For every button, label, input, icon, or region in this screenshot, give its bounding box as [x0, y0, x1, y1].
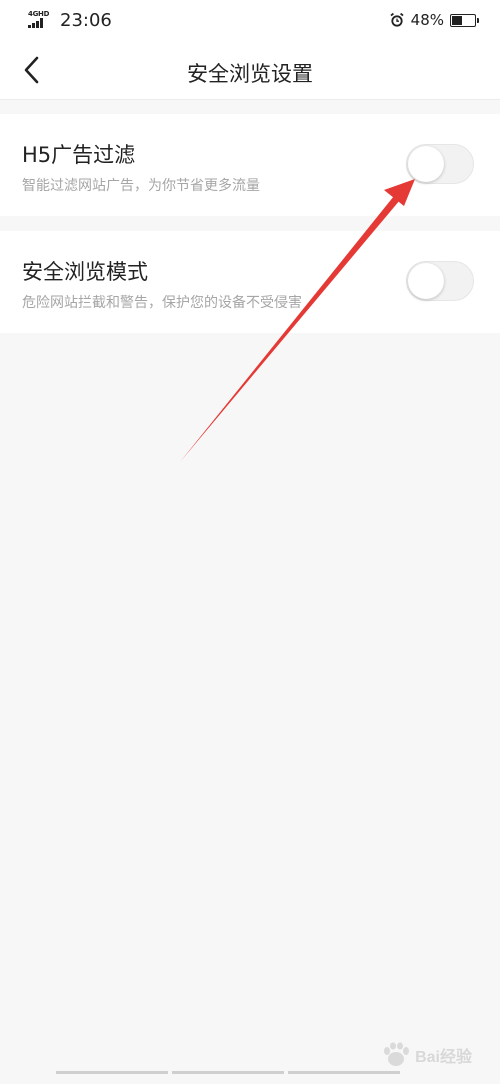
page-title: 安全浏览设置 — [187, 62, 313, 86]
setting-row-safe-browsing[interactable]: 安全浏览模式 危险网站拦截和警告，保护您的设备不受侵害 — [0, 231, 500, 333]
alarm-icon — [389, 12, 405, 28]
paw-logo-icon — [384, 1042, 410, 1066]
safe-browsing-toggle[interactable] — [406, 261, 474, 301]
setting-row-h5-ad-filter[interactable]: H5广告过滤 智能过滤网站广告，为你节省更多流量 — [0, 114, 500, 216]
setting-description: 智能过滤网站广告，为你节省更多流量 — [22, 178, 260, 194]
network-type-label: 4GHD — [28, 10, 50, 18]
bottom-gesture-bars — [56, 1071, 400, 1074]
watermark: Bai经验 — [381, 1042, 472, 1068]
signal-icon: 4GHD — [28, 10, 52, 30]
nav-bar: 安全浏览设置 — [0, 40, 500, 100]
setting-title: H5广告过滤 — [22, 143, 136, 167]
status-time: 23:06 — [60, 9, 112, 31]
battery-fill — [452, 15, 463, 25]
status-right: 48% — [389, 11, 479, 29]
watermark-text: Bai经验 — [415, 1049, 472, 1066]
battery-icon — [450, 13, 479, 27]
toggle-knob — [408, 263, 444, 299]
battery-percentage: 48% — [410, 11, 444, 29]
h5-ad-filter-toggle[interactable] — [406, 144, 474, 184]
signal-bars — [28, 18, 52, 28]
setting-description: 危险网站拦截和警告，保护您的设备不受侵害 — [22, 295, 302, 311]
toggle-knob — [408, 146, 444, 182]
status-bar: 4GHD 23:06 48% — [0, 0, 500, 40]
screen: 4GHD 23:06 48% 安全浏览设置 H5广告过滤 智能过滤网站广告，为你… — [0, 0, 500, 1084]
setting-title: 安全浏览模式 — [22, 260, 148, 284]
